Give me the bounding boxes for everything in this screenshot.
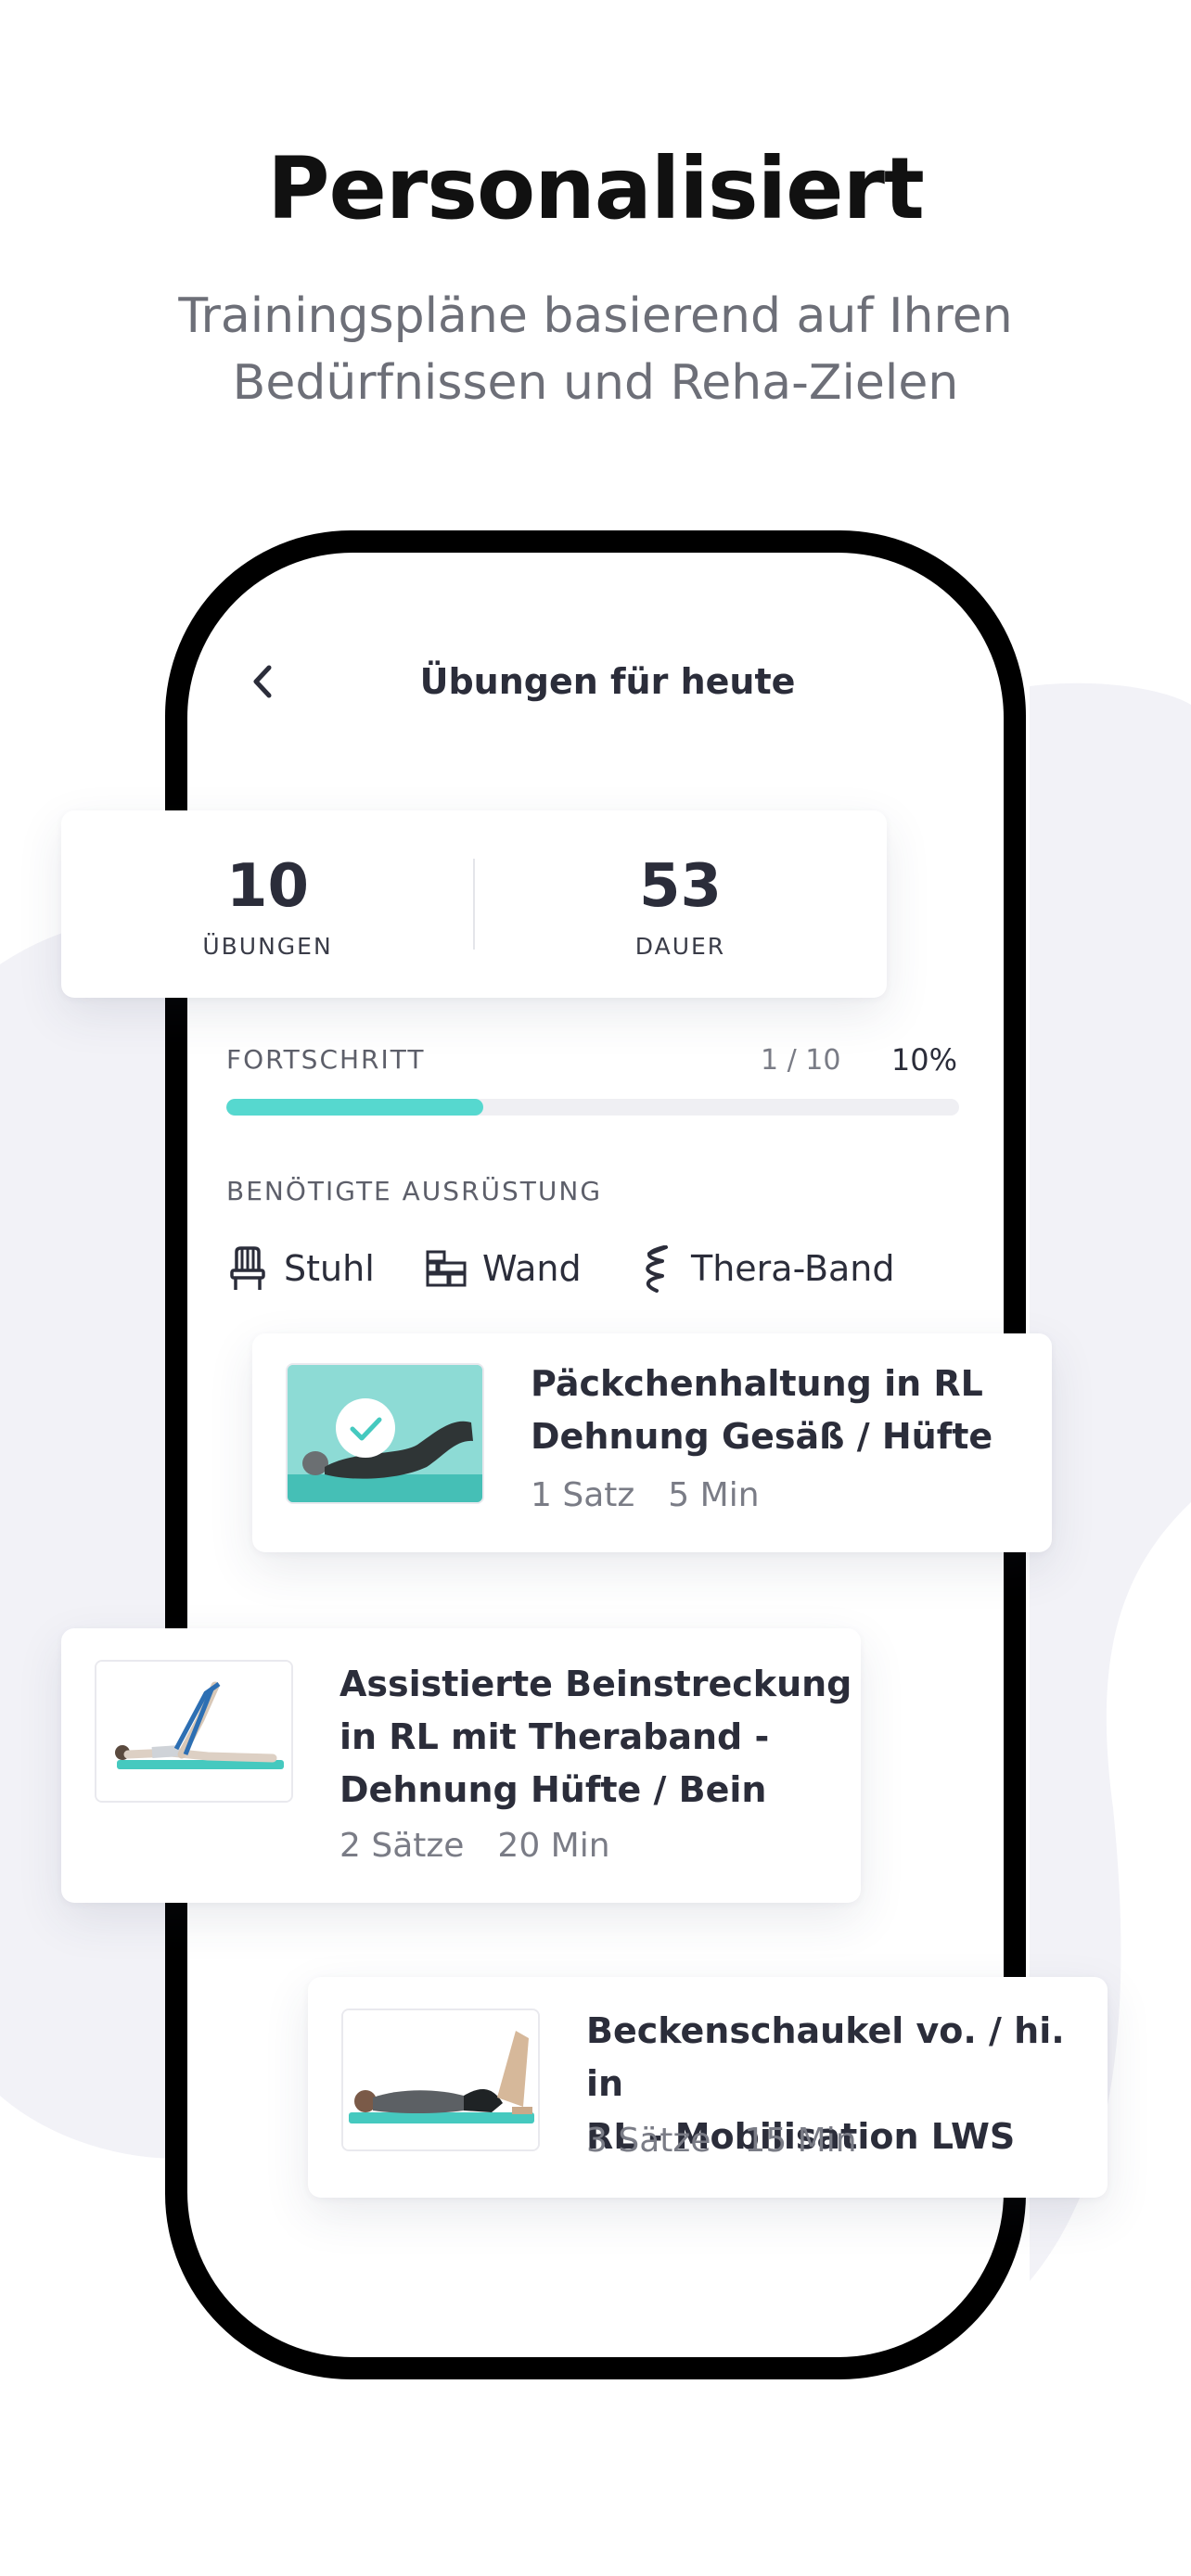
exercise-sets-1: 1 Satz: [531, 1476, 635, 1514]
equipment-label: BENÖTIGTE AUSRÜSTUNG: [226, 1176, 603, 1206]
exercise-card-1[interactable]: Päckchenhaltung in RL Dehnung Gesäß / Hü…: [252, 1333, 1052, 1552]
equipment-label-band: Thera-Band: [691, 1248, 895, 1289]
stats-card: 10 ÜBUNGEN 53 DAUER: [61, 810, 887, 998]
exercise-meta-3: 3 Sätze 15 Min: [586, 2122, 890, 2160]
progress-count: 1 / 10: [761, 1044, 841, 1077]
progress-percent: 10%: [890, 1042, 957, 1078]
exercise-title-1-line-1: Päckchenhaltung in RL: [531, 1363, 983, 1404]
screen-title: Übungen für heute: [419, 661, 796, 702]
exercise-card-3[interactable]: Beckenschaukel vo. / hi. in RL - Mobilis…: [308, 1977, 1108, 2198]
progress-label: FORTSCHRITT: [226, 1044, 426, 1075]
subline-line-2: Bedürfnissen und Reha-Zielen: [232, 355, 959, 411]
exercise-duration-1: 5 Min: [668, 1476, 760, 1514]
chair-icon: [226, 1245, 269, 1292]
exercise-title-3-line-1: Beckenschaukel vo. / hi. in: [586, 2010, 1065, 2104]
equipment-label-wall: Wand: [482, 1248, 582, 1289]
exercise-thumbnail-2: [95, 1660, 293, 1803]
exercise-title-2: Assistierte Beinstreckung in RL mit Ther…: [339, 1658, 852, 1817]
page-subline: Trainingspläne basierend auf Ihren Bedür…: [0, 283, 1191, 416]
stat-exercises: 10 ÜBUNGEN: [61, 810, 474, 998]
progress-bar: [226, 1099, 959, 1116]
equipment-label-chair: Stuhl: [284, 1248, 375, 1289]
progress-bar-fill: [226, 1099, 483, 1116]
exercise-meta-1: 1 Satz 5 Min: [531, 1476, 793, 1514]
exercise-sets-2: 2 Sätze: [339, 1827, 465, 1865]
equipment-item-chair: Stuhl: [226, 1239, 375, 1298]
exercise-card-2[interactable]: Assistierte Beinstreckung in RL mit Ther…: [61, 1628, 861, 1903]
exercise-thumbnail-3: [341, 2009, 540, 2151]
band-icon: [634, 1245, 676, 1293]
exercise-title-1-line-2: Dehnung Gesäß / Hüfte: [531, 1416, 993, 1457]
exercise-duration-2: 20 Min: [497, 1827, 610, 1865]
exercise-meta-2: 2 Sätze 20 Min: [339, 1827, 644, 1865]
duration-value: 53: [638, 852, 723, 921]
exercise-title-1: Päckchenhaltung in RL Dehnung Gesäß / Hü…: [531, 1358, 992, 1463]
duration-label: DAUER: [634, 933, 726, 960]
stat-duration: 53 DAUER: [474, 810, 887, 998]
exercises-label: ÜBUNGEN: [202, 933, 333, 960]
equipment-item-wall: Wand: [425, 1239, 582, 1298]
subline-line-1: Trainingspläne basierend auf Ihren: [178, 288, 1013, 344]
chevron-left-icon: [253, 665, 272, 698]
equipment-item-band: Thera-Band: [634, 1239, 895, 1298]
exercises-count: 10: [225, 852, 310, 921]
exercise-title-2-line-3: Dehnung Hüfte / Bein: [339, 1769, 767, 1810]
exercise-duration-3: 15 Min: [744, 2122, 857, 2160]
back-button[interactable]: [239, 649, 286, 714]
exercise-title-2-line-1: Assistierte Beinstreckung: [339, 1664, 852, 1704]
exercise-sets-3: 3 Sätze: [586, 2122, 711, 2160]
exercise-thumbnail-1: [286, 1363, 484, 1504]
exercise-title-2-line-2: in RL mit Theraband -: [339, 1716, 770, 1757]
wall-icon: [425, 1245, 467, 1292]
page-headline: Personalisiert: [267, 139, 925, 238]
